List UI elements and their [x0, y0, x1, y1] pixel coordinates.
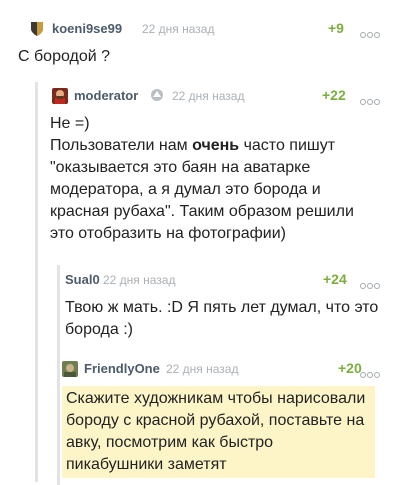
rating: +9 [328, 20, 344, 36]
comment-text: Твою ж мать. :D Я пять лет думал, что эт… [65, 299, 379, 338]
more-options-icon[interactable] [360, 365, 388, 378]
comment-header: FriendlyOne 22 дня назад +20 [62, 358, 390, 380]
moderator-avatar-icon[interactable] [52, 88, 68, 104]
comment-text: Не =) Пользователи нам очень часто пишут… [50, 113, 380, 245]
more-options-icon[interactable] [360, 25, 388, 38]
more-options-icon[interactable] [360, 92, 388, 105]
moderator-badge-icon [150, 88, 164, 102]
friendlyone-avatar-icon[interactable] [62, 361, 78, 377]
username[interactable]: Sual0 [65, 272, 100, 287]
username[interactable]: koeni9se99 [52, 21, 122, 36]
comment-text-line: Не =) [50, 115, 90, 132]
emphasis-text: очень [192, 137, 240, 154]
username[interactable]: FriendlyOne [84, 361, 160, 376]
rating: +24 [323, 271, 347, 287]
comment-moderator: moderator 22 дня назад +22 Не =) Пользов… [50, 85, 390, 245]
thread-line[interactable] [35, 82, 38, 482]
comment-text-paragraph: Пользователи нам очень часто пишут "оказ… [50, 137, 354, 242]
comment-text: С бородой ? [18, 48, 111, 65]
comment-koeni9se99: koeni9se99 22 дня назад +9 С бородой ? [18, 18, 390, 68]
timestamp: 22 дня назад [166, 362, 239, 376]
timestamp: 22 дня назад [103, 273, 176, 287]
comment-text-highlighted: Скажите художникам чтобы нарисовали боро… [62, 386, 375, 478]
comment-friendlyone: FriendlyOne 22 дня назад +20 Скажите худ… [62, 358, 390, 478]
thread-line[interactable] [57, 355, 60, 485]
more-options-icon[interactable] [360, 276, 388, 289]
comment-header: Sual0 22 дня назад +24 [65, 269, 390, 291]
comment-sual0: Sual0 22 дня назад +24 Твою ж мать. :D Я… [65, 269, 390, 341]
comment-header: moderator 22 дня назад +22 [52, 85, 390, 107]
timestamp: 22 дня назад [172, 89, 245, 103]
username[interactable]: moderator [74, 88, 138, 103]
timestamp: 22 дня назад [142, 22, 215, 36]
shield-avatar-icon[interactable] [30, 21, 44, 37]
rating: +22 [322, 87, 346, 103]
rating: +20 [338, 360, 362, 376]
comment-header: koeni9se99 22 дня назад +9 [30, 18, 390, 40]
